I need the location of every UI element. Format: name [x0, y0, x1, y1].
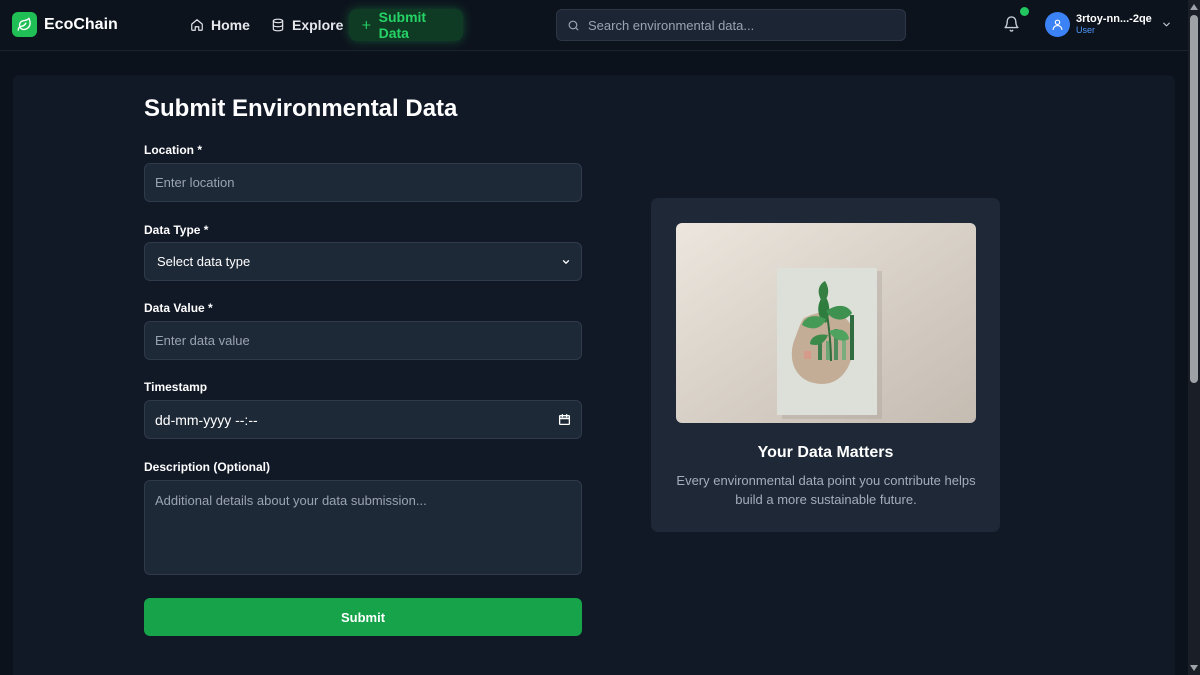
info-card-title: Your Data Matters	[757, 444, 894, 461]
database-icon	[272, 18, 284, 32]
avatar	[1045, 12, 1070, 37]
nav-home-label: Home	[211, 17, 250, 33]
scrollbar-thumb[interactable]	[1190, 15, 1198, 383]
scroll-down-arrow-icon[interactable]	[1190, 665, 1198, 671]
submit-button[interactable]: Submit	[144, 598, 582, 636]
plus-icon	[362, 20, 371, 30]
notifications-button[interactable]	[1003, 15, 1020, 38]
description-label: Description (Optional)	[144, 460, 270, 474]
home-icon	[191, 19, 203, 31]
search-input[interactable]	[588, 17, 905, 33]
timestamp-label: Timestamp	[144, 380, 208, 394]
data-type-selected-value: Select data type	[157, 254, 251, 269]
leaf-icon	[12, 12, 37, 37]
info-card-text: Every environmental data point you contr…	[676, 473, 976, 507]
nav-explore[interactable]: Explore	[259, 9, 355, 41]
location-input[interactable]	[144, 163, 582, 202]
user-name: 3rtoy-nn...-2qe	[1076, 12, 1152, 25]
data-type-select[interactable]: Select data type	[144, 242, 582, 281]
chevron-down-icon	[562, 259, 570, 264]
plant-chart-illustration	[676, 223, 976, 423]
app-logo[interactable]: EcoChain	[12, 12, 118, 37]
search-icon	[568, 20, 579, 30]
calendar-icon[interactable]	[558, 413, 571, 426]
timestamp-value: dd-mm-yyyy --:--	[155, 411, 258, 428]
scroll-up-arrow-icon[interactable]	[1190, 4, 1198, 10]
nav-submit-label: Submit Data	[378, 9, 427, 41]
user-icon	[1052, 19, 1063, 30]
user-menu[interactable]: 3rtoy-nn...-2qe User	[1045, 12, 1172, 37]
timestamp-input[interactable]: dd-mm-yyyy --:--	[144, 400, 582, 439]
nav-home[interactable]: Home	[178, 9, 262, 41]
app-name: EcoChain	[44, 15, 118, 33]
nav-explore-label: Explore	[292, 17, 344, 33]
user-role: User	[1076, 24, 1096, 35]
chevron-down-icon	[1162, 22, 1170, 27]
data-type-label: Data Type *	[144, 223, 209, 237]
page-scrollbar[interactable]	[1188, 0, 1200, 675]
data-value-input[interactable]	[144, 321, 582, 360]
data-value-label: Data Value *	[144, 301, 213, 315]
notification-indicator	[1020, 7, 1029, 16]
location-label: Location *	[144, 143, 203, 157]
description-textarea[interactable]	[144, 480, 582, 575]
nav-submit-data[interactable]: Submit Data	[349, 9, 463, 41]
bell-icon	[1004, 16, 1019, 32]
page-title: Submit Environmental Data	[144, 95, 458, 122]
search-bar[interactable]	[556, 9, 906, 41]
